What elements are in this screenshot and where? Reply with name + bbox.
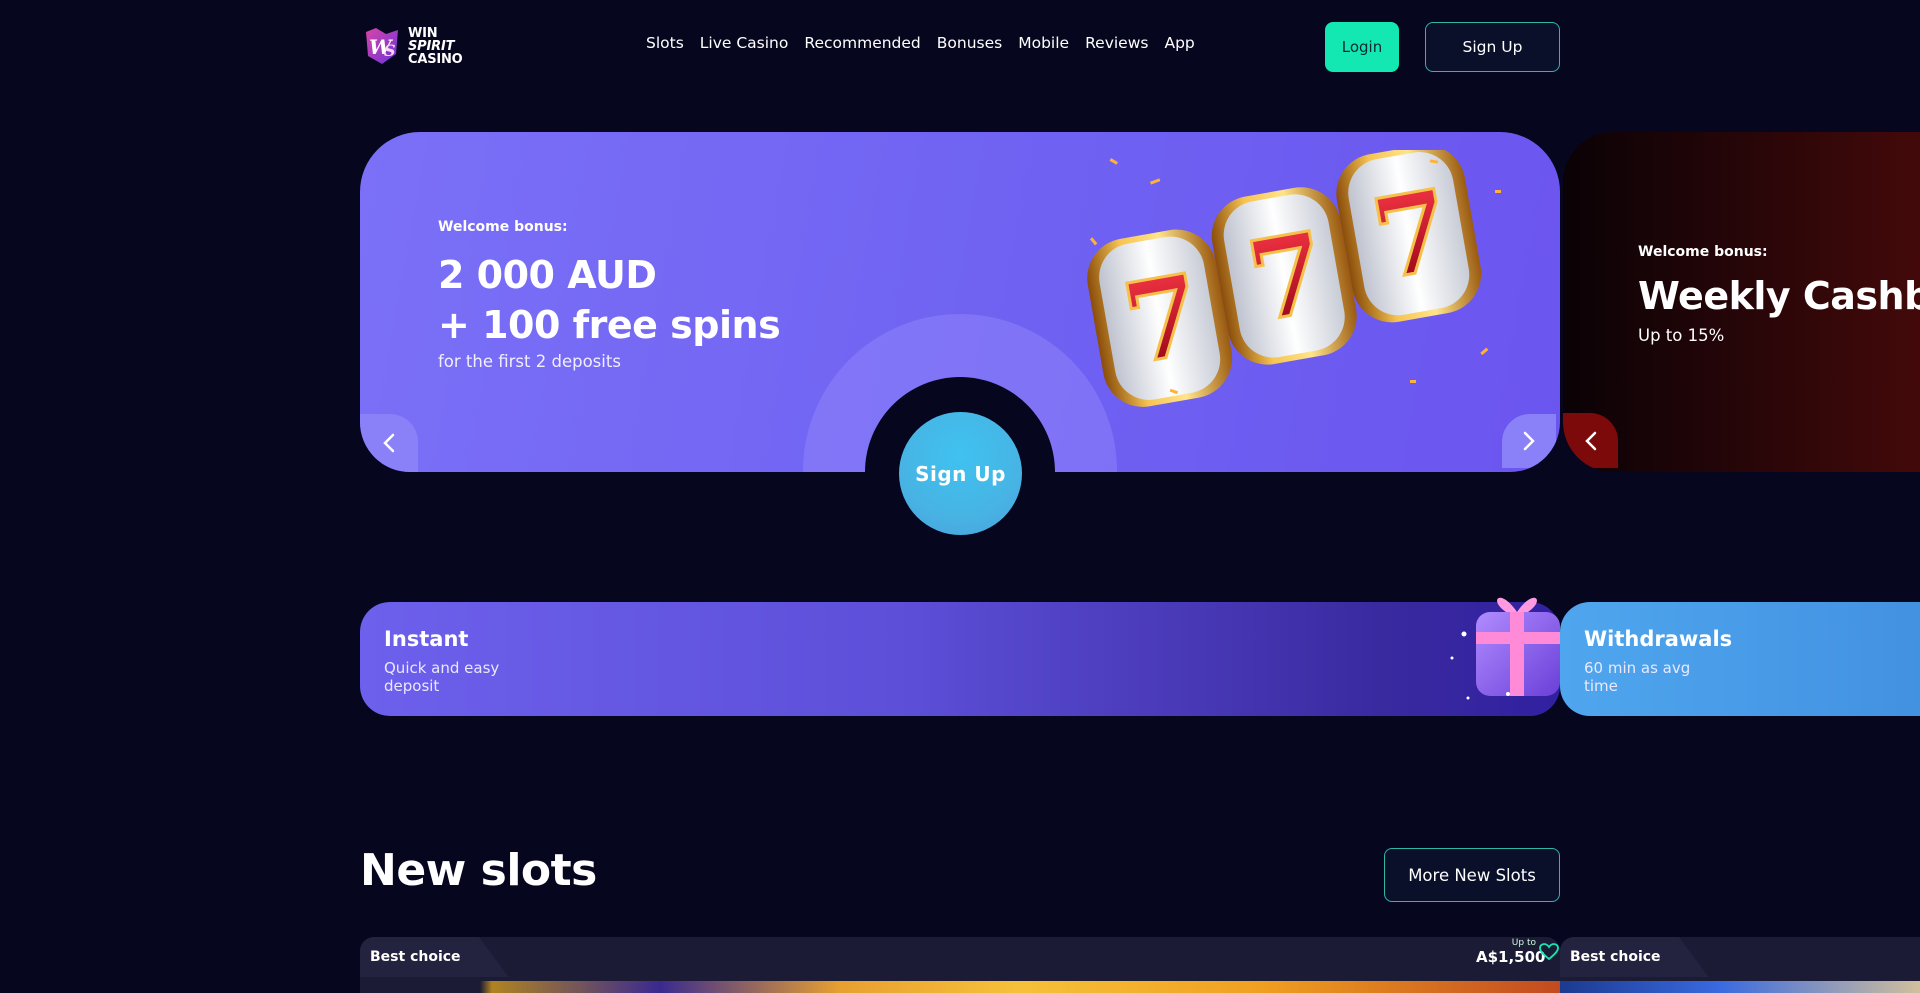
hero2-label: Welcome bonus: bbox=[1638, 244, 1768, 260]
gift-icon bbox=[1440, 582, 1570, 702]
nav-live-casino[interactable]: Live Casino bbox=[700, 34, 789, 52]
carousel-prev-button[interactable] bbox=[360, 414, 418, 472]
jackpot-amount: Up to A$1,500 bbox=[1476, 938, 1546, 966]
hero-title: 2 000 AUD + 100 free spins bbox=[438, 250, 781, 350]
logo-text: WIN SPIRIT CASINO bbox=[408, 27, 463, 66]
signup-button[interactable]: Sign Up bbox=[1425, 22, 1560, 72]
hero2-title: Weekly Cashback bbox=[1638, 274, 1920, 318]
weekly-cashback-banner: Welcome bonus: Weekly Cashback Up to 15% bbox=[1563, 132, 1920, 472]
carousel-next-button[interactable] bbox=[1502, 414, 1556, 468]
chevron-left-icon bbox=[1584, 431, 1596, 450]
chevron-right-icon bbox=[1523, 431, 1535, 451]
chevron-left-icon bbox=[383, 433, 395, 453]
logo[interactable]: W S WIN SPIRIT CASINO bbox=[362, 24, 463, 68]
hero-title-line1: 2 000 AUD bbox=[438, 253, 657, 297]
more-new-slots-button[interactable]: More New Slots bbox=[1384, 848, 1560, 902]
feature-card-withdrawals: Withdrawals 60 min as avg time bbox=[1560, 602, 1920, 716]
best-choice-badge: Best choice bbox=[1560, 937, 1709, 977]
favorite-heart-icon[interactable] bbox=[1539, 943, 1559, 965]
hero2-subtitle: Up to 15% bbox=[1638, 326, 1725, 345]
slot-card[interactable]: Best choice bbox=[1560, 937, 1920, 993]
hero-label: Welcome bonus: bbox=[438, 219, 568, 235]
slot-machine-illustration: 7 7 7 bbox=[1070, 145, 1510, 410]
slot-thumbnail bbox=[1560, 981, 1920, 993]
main-nav: Slots Live Casino Recommended Bonuses Mo… bbox=[646, 34, 1195, 52]
upto-value: A$1,500 bbox=[1476, 948, 1546, 966]
feature-title: Withdrawals bbox=[1584, 627, 1733, 651]
feature-subtitle: Quick and easy deposit bbox=[384, 659, 500, 695]
feature-title: Instant bbox=[384, 627, 469, 651]
logo-line1: WIN bbox=[408, 25, 438, 41]
nav-recommended[interactable]: Recommended bbox=[804, 34, 920, 52]
hero-subtitle: for the first 2 deposits bbox=[438, 352, 621, 371]
nav-bonuses[interactable]: Bonuses bbox=[937, 34, 1002, 52]
hero-title-line2: + 100 free spins bbox=[438, 303, 781, 347]
slot-card[interactable]: Best choice bbox=[360, 937, 1560, 993]
nav-app[interactable]: App bbox=[1164, 34, 1194, 52]
logo-line3: CASINO bbox=[408, 51, 463, 67]
nav-mobile[interactable]: Mobile bbox=[1018, 34, 1069, 52]
login-button[interactable]: Login bbox=[1325, 22, 1399, 72]
svg-text:S: S bbox=[384, 41, 396, 60]
cashback-prev-button[interactable] bbox=[1563, 413, 1618, 468]
slot-thumbnail bbox=[360, 981, 1560, 993]
logo-mark-icon: W S bbox=[362, 24, 402, 68]
logo-line2: SPIRIT bbox=[408, 38, 455, 54]
new-slots-title: New slots bbox=[360, 845, 597, 896]
upto-label: Up to bbox=[1511, 938, 1536, 948]
best-choice-badge: Best choice bbox=[360, 937, 509, 977]
feature-card-instant: Instant Quick and easy deposit bbox=[360, 602, 1560, 716]
nav-slots[interactable]: Slots bbox=[646, 34, 684, 52]
site-header: W S WIN SPIRIT CASINO Slots Live Casino … bbox=[0, 0, 1920, 94]
nav-reviews[interactable]: Reviews bbox=[1085, 34, 1148, 52]
hero-signup-button[interactable]: Sign Up bbox=[899, 412, 1022, 535]
feature-subtitle: 60 min as avg time bbox=[1584, 659, 1691, 695]
